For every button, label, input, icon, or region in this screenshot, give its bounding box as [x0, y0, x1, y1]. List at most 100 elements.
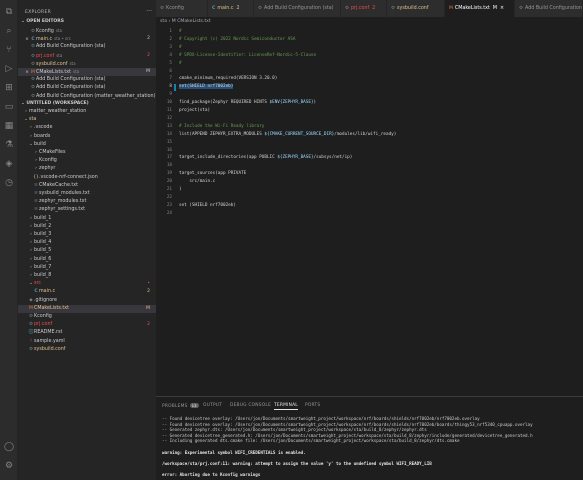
tree-folder[interactable]: ⌄build [18, 141, 156, 149]
tree-file[interactable]: MCMakeLists.txt M [18, 304, 156, 313]
open-editor-item[interactable]: ⚙Kconfig sta [18, 27, 156, 35]
tree-file[interactable]: ≡zephyr_settings.txt [18, 206, 156, 214]
tree-file[interactable]: ≡CMakeCache.txt [18, 182, 156, 190]
testing-icon[interactable]: ⚗ [3, 139, 15, 151]
close-tab-icon[interactable]: × [500, 6, 504, 11]
code-line[interactable]: # [179, 29, 182, 34]
tree-folder[interactable]: › build_3 [18, 231, 156, 239]
tree-folder[interactable]: › Kconfig [18, 157, 156, 165]
account-icon[interactable]: ◯ [3, 441, 15, 453]
code-line[interactable]: # Include the Wi-Fi Ready library [179, 124, 264, 129]
code-line[interactable]: target_sources(app PRIVATE [179, 171, 246, 176]
tree-item-label: .gitignore [34, 297, 57, 303]
code-editor[interactable]: 1 #2 # Copyright (c) 2022 Nordic Semicondu… [156, 26, 583, 396]
open-editor-item[interactable]: ⚙prj.conf sta 2 [18, 52, 156, 60]
tree-file[interactable]: ! sample.yaml [18, 338, 156, 346]
tree-folder[interactable]: › matter_weather_station [18, 108, 156, 116]
status-badge: 2 [147, 52, 150, 58]
open-editor-label: Kconfig [36, 29, 54, 34]
breadcrumb[interactable]: sta › M CMakeLists.txt [156, 17, 583, 26]
editor-tab[interactable]: ⚙ sysbuild.conf [387, 0, 445, 17]
run-debug-icon[interactable]: ▷ [3, 63, 15, 75]
tree-folder[interactable]: › .vscode [18, 124, 156, 132]
line-number: 13 [166, 123, 172, 129]
open-editor-item[interactable]: ⚙Add Build Configuration (sta) [18, 84, 156, 92]
open-editor-label: Add Build Configuration (sta) [36, 44, 106, 50]
panel-tab[interactable]: DEBUG CONSOLE [230, 403, 271, 408]
code-line[interactable]: project(sta) [179, 108, 210, 113]
manage-gear-icon[interactable]: ⚙ [3, 460, 15, 472]
code-line[interactable]: find_package(Zephyr REQUIRED HINTS $ENV{… [179, 100, 316, 105]
editor-tab[interactable]: M CMakeLists.txt M × [445, 0, 515, 17]
workspace-header[interactable]: ⌄ UNTITLED (WORKSPACE) [18, 100, 156, 108]
modified-line-marker [174, 84, 176, 92]
tree-item-label: sysbuild.conf [34, 346, 66, 352]
explorer-icon[interactable]: ⧉ [3, 6, 15, 18]
settings-file-icon: ⚙ [258, 6, 263, 11]
code-line[interactable]: set(SHIELD nrf7002eb) [179, 84, 234, 90]
tree-folder[interactable]: › CMakeFiles [18, 149, 156, 157]
open-editor-item[interactable]: × Cmain.c sta • src 2 [18, 35, 156, 43]
tree-folder[interactable]: › build_5 [18, 247, 156, 255]
tree-folder[interactable]: › build_4 [18, 239, 156, 247]
line-number: 9 [169, 92, 172, 98]
panel-tab[interactable]: TERMINAL [274, 403, 298, 410]
tree-folder[interactable]: › boards [18, 133, 156, 141]
tree-folder[interactable]: ⌄src • [18, 280, 156, 288]
open-editor-item[interactable]: ⚙Add Build Configuration (sta) [18, 43, 156, 51]
tree-item-label: Kconfig [39, 158, 57, 164]
tree-file[interactable]: ⚙prj.conf 2 [18, 321, 156, 329]
code-line[interactable]: # [179, 61, 182, 66]
tree-item-label: build_2 [34, 223, 52, 229]
tree-folder[interactable]: › build_2 [18, 223, 156, 231]
editor-tab[interactable]: ⚙ Kconfig [156, 0, 208, 17]
editor-tab[interactable]: Cmain.c 2 [208, 0, 254, 17]
code-line[interactable]: set (SHIELD nrf7002eb) [179, 203, 236, 208]
code-line[interactable]: # [179, 45, 182, 50]
extensions-icon[interactable]: ⊞ [3, 82, 15, 94]
nrf-connect-icon[interactable]: ◈ [3, 158, 15, 170]
tree-file[interactable]: {}.vscode-nrf-connect.json [18, 174, 156, 182]
code-line[interactable]: src/main.c [179, 179, 215, 184]
tree-file[interactable]: ◆.gitignore [18, 297, 156, 305]
panel-tab[interactable]: OUTPUT [203, 403, 222, 408]
tree-file[interactable]: Cmain.c 2 [18, 288, 156, 296]
tree-folder[interactable]: › build_6 [18, 256, 156, 264]
editor-tab[interactable]: ⚙ prj.conf 2 [341, 0, 387, 17]
source-control-icon[interactable]: ⑂ [3, 44, 15, 56]
tree-file[interactable]: ≡zephyr_modules.txt [18, 198, 156, 206]
status-badge: 2 [147, 289, 150, 295]
tree-folder[interactable]: ⌄sta [18, 116, 156, 124]
tab-badge: 2 [236, 6, 240, 11]
tree-file[interactable]: ≡sysbuild_modules.txt [18, 190, 156, 198]
tree-folder[interactable]: › build_8 [18, 272, 156, 280]
terminal-line: -- Including generated dts.cmake file: /… [162, 438, 460, 444]
remote-icon[interactable]: ▭ [3, 101, 15, 113]
code-line[interactable]: # SPDX-License-Identifier: LicenseRef-No… [179, 53, 316, 58]
tree-folder[interactable]: › build_7 [18, 264, 156, 272]
code-line[interactable]: list(APPEND ZEPHYR_EXTRA_MODULES ${CMAKE… [179, 132, 396, 137]
tree-file[interactable]: ⚙Kconfig [18, 313, 156, 321]
timeline-icon[interactable]: ◷ [3, 177, 15, 189]
code-line[interactable]: # Copyright (c) 2022 Nordic Semiconducto… [179, 37, 295, 42]
panel-tab[interactable]: PORTS [305, 403, 320, 408]
editor-tab[interactable]: ⚙Add Build Configuration (sta) [515, 0, 583, 17]
editor-tab[interactable]: ⚙Add Build Configuration (sta) [254, 0, 341, 17]
code-line[interactable]: ) [179, 187, 182, 192]
open-editor-item[interactable]: ⚙Add Build Configuration (sta) [18, 76, 156, 84]
open-editors-header[interactable]: ⌄ OPEN EDITORS [18, 18, 156, 26]
tree-file[interactable]: ⚙sysbuild.conf [18, 346, 156, 354]
search-icon[interactable]: ⌕ [3, 25, 15, 37]
tree-folder[interactable]: › build_1 [18, 215, 156, 223]
docker-icon[interactable]: ▦ [3, 120, 15, 132]
code-line[interactable]: target_include_directories(app PUBLIC ${… [179, 155, 352, 160]
tree-folder[interactable]: › zephyr [18, 165, 156, 173]
panel-tab[interactable]: PROBLEMS 13 [162, 403, 199, 409]
terminal-line: -- Found devicetree overlay: /Users/jon/… [162, 416, 480, 421]
tree-file[interactable]: ⓘREADME.rst [18, 329, 156, 337]
code-line[interactable]: cmake_minimum_required(VERSION 3.20.0) [179, 76, 277, 81]
open-editor-item[interactable]: ⚙sysbuild.conf sta [18, 60, 156, 68]
more-actions-icon[interactable]: ··· [146, 8, 152, 15]
open-editor-item[interactable]: × MCMakeLists.txt sta M [18, 68, 156, 77]
terminal-line: -- Generated devicetree_generated.h: /Us… [162, 432, 533, 438]
